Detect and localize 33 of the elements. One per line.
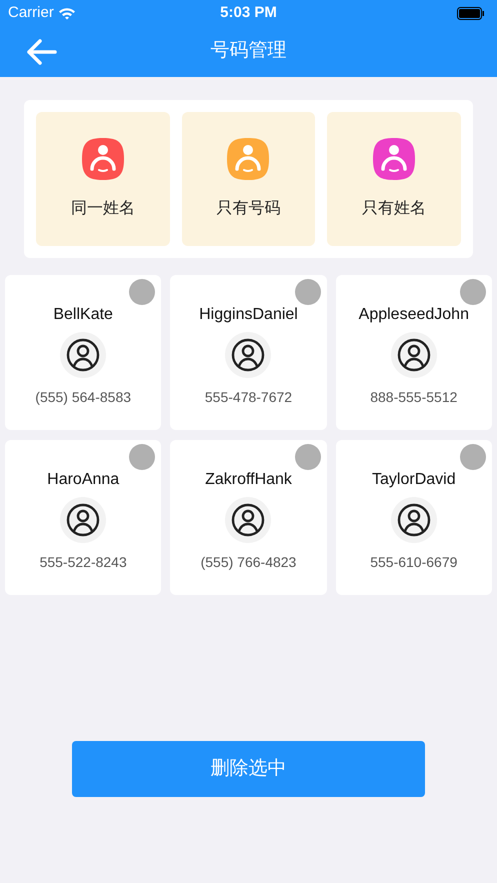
battery-icon xyxy=(457,6,485,20)
person-icon xyxy=(60,332,106,378)
contact-card[interactable]: HigginsDaniel 555-478-7672 xyxy=(170,275,327,430)
clock-text: 5:03 PM xyxy=(220,2,277,23)
phone-number: 555-522-8243 xyxy=(40,553,127,572)
contact-card[interactable]: HaroAnna 555-522-8243 xyxy=(5,440,162,595)
carrier-text: Carrier xyxy=(8,2,54,23)
contact-card[interactable]: ZakroffHank (555) 766-4823 xyxy=(170,440,327,595)
contact-name: AppleseedJohn xyxy=(358,305,469,325)
contact-card[interactable]: BellKate (555) 564-8583 xyxy=(5,275,162,430)
person-icon xyxy=(390,332,437,378)
back-arrow-icon xyxy=(25,38,57,66)
person-icon xyxy=(60,497,106,543)
person-icon xyxy=(225,497,272,543)
contact-name: ZakroffHank xyxy=(205,470,292,490)
category-tile[interactable]: 只有姓名 xyxy=(327,112,461,246)
page-title: 号码管理 xyxy=(210,39,286,64)
contact-card[interactable]: TaylorDavid 555-610-6679 xyxy=(336,440,492,595)
phone-number: (555) 564-8583 xyxy=(35,388,132,407)
contact-name: HigginsDaniel xyxy=(199,305,298,325)
wifi-icon xyxy=(58,6,76,20)
category-tile[interactable]: 同一姓名 xyxy=(36,112,170,246)
phone-number: (555) 766-4823 xyxy=(200,553,296,572)
person-icon xyxy=(225,332,272,378)
phone-number: 888-555-5512 xyxy=(370,388,458,407)
phone-number: 555-478-7672 xyxy=(204,388,292,407)
contact-name: TaylorDavid xyxy=(372,470,456,490)
person-icon xyxy=(390,497,437,543)
phone-number: 555-610-6679 xyxy=(370,553,458,572)
contact-card[interactable]: AppleseedJohn 888-555-5512 xyxy=(336,275,492,430)
contact-name: BellKate xyxy=(53,305,113,325)
contact-name: HaroAnna xyxy=(47,470,120,490)
category-tile[interactable]: 只有号码 xyxy=(182,112,316,246)
